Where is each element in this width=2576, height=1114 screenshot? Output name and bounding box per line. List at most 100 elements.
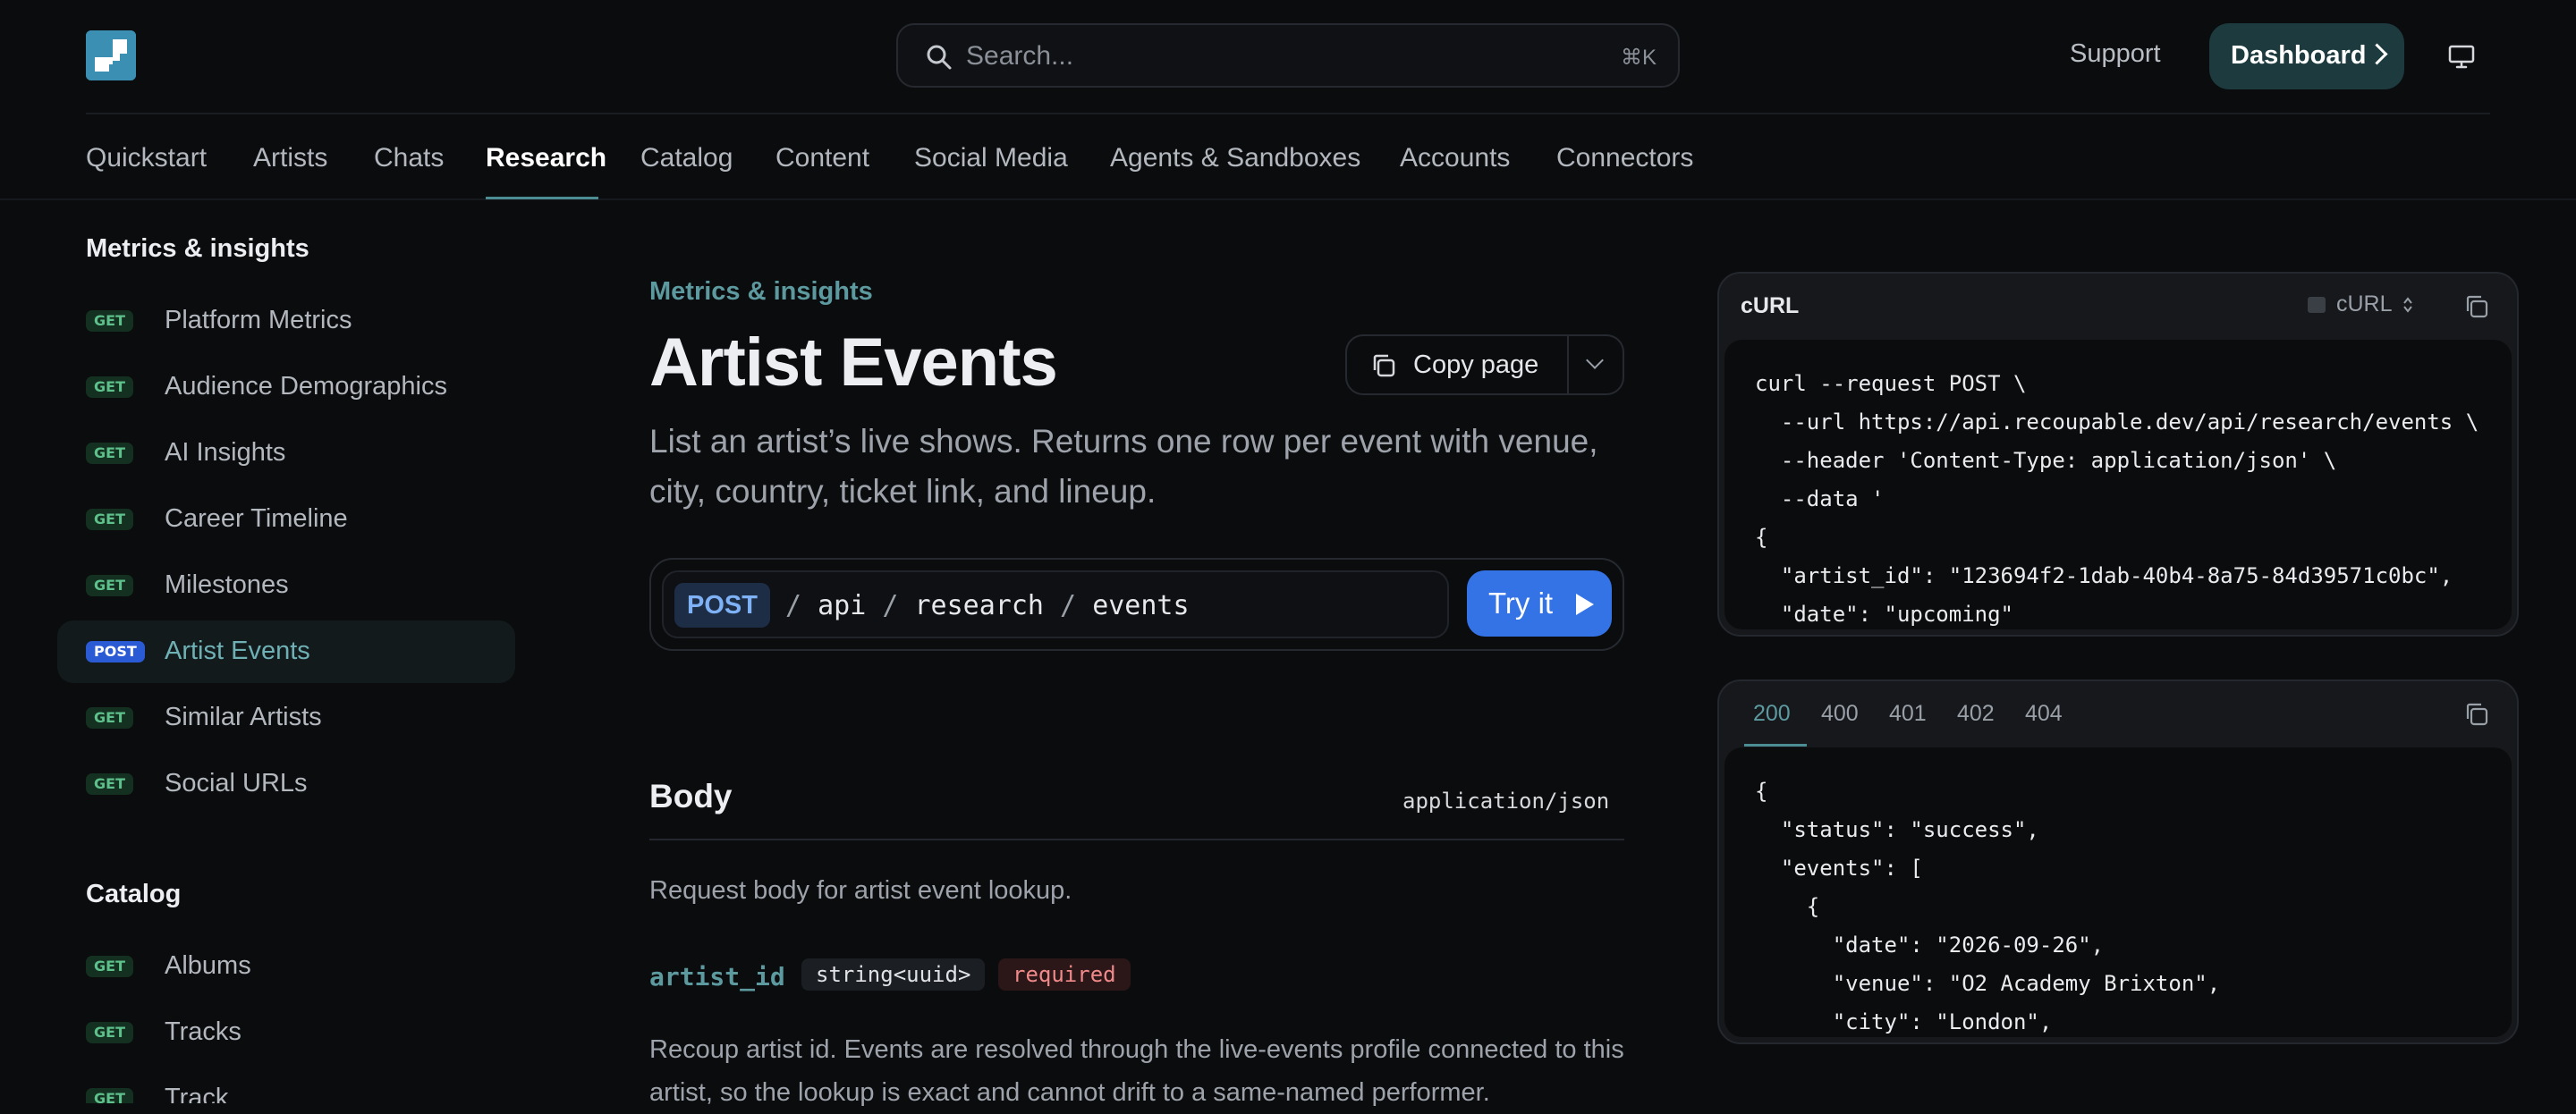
copy-page-button[interactable]: Copy page (1345, 334, 1624, 395)
method-badge: GET (86, 443, 133, 464)
tab-connectors[interactable]: Connectors (1556, 143, 1693, 173)
content-type-label: application/json (1402, 789, 1610, 814)
sidebar-item-label: Career Timeline (165, 504, 348, 533)
request-panel-header: cURL cURL (1719, 274, 2517, 340)
page-description: List an artist’s live shows. Returns one… (649, 423, 1598, 510)
language-selector[interactable]: cURL (2308, 291, 2412, 317)
response-tab-404[interactable]: 404 (2025, 701, 2063, 727)
language-label: cURL (2336, 291, 2393, 316)
sidebar-item-social-urls[interactable]: GET Social URLs (57, 753, 515, 815)
sidebar-item-audience-demographics[interactable]: GET Audience Demographics (57, 356, 515, 418)
tab-agents-sandboxes[interactable]: Agents & Sandboxes (1110, 143, 1360, 173)
request-example-panel: cURL cURL curl --request POST \ --url ht… (1717, 272, 2519, 637)
copy-page-label: Copy page (1413, 350, 1539, 379)
method-badge: GET (86, 1022, 133, 1043)
copy-icon (1373, 354, 1395, 377)
sidebar-item-track[interactable]: GET Track (57, 1068, 515, 1103)
chevron-right-icon (2366, 43, 2388, 65)
method-badge: GET (86, 509, 133, 530)
method-badge: GET (86, 773, 133, 795)
support-link[interactable]: Support (2070, 39, 2161, 69)
response-panel-header: 200 400 401 402 404 (1719, 681, 2517, 747)
response-tab-401[interactable]: 401 (1889, 701, 1927, 727)
chevron-up-down-icon (2402, 297, 2412, 313)
endpoint-bar: POST / api / research / events Try it (649, 558, 1624, 651)
dashboard-button[interactable]: Dashboard (2209, 23, 2404, 89)
tab-research[interactable]: Research (486, 143, 606, 173)
tab-catalog[interactable]: Catalog (640, 143, 733, 173)
response-tab-200[interactable]: 200 (1753, 701, 1791, 727)
tab-social-media[interactable]: Social Media (914, 143, 1068, 173)
response-tab-402[interactable]: 402 (1957, 701, 1995, 727)
search-placeholder: Search... (966, 41, 1074, 71)
tab-accounts[interactable]: Accounts (1400, 143, 1510, 173)
chevron-down-icon[interactable] (1586, 351, 1604, 369)
sidebar-section-title: Catalog (86, 880, 182, 908)
page-title: Artist Events (649, 325, 1058, 401)
sidebar-item-milestones[interactable]: GET Milestones (57, 554, 515, 617)
sidebar-item-label: AI Insights (165, 438, 286, 467)
tab-artists[interactable]: Artists (253, 143, 327, 173)
response-example-panel: 200 400 401 402 404 { "status": "success… (1717, 679, 2519, 1044)
endpoint-path: / api / research / events (785, 590, 1190, 621)
param-description: Recoup artist id. Events are resolved th… (649, 1035, 1624, 1107)
request-panel-title: cURL (1741, 293, 1800, 318)
active-tab-indicator (486, 197, 598, 199)
try-it-button[interactable]: Try it (1467, 570, 1612, 637)
sidebar-item-label: Albums (165, 951, 251, 980)
search-icon (927, 45, 952, 70)
request-code: curl --request POST \ --url https://api.… (1755, 371, 2479, 627)
tab-content[interactable]: Content (775, 143, 869, 173)
monitor-icon[interactable] (2447, 43, 2476, 70)
endpoint-method-badge: POST (674, 583, 770, 628)
method-badge: GET (86, 956, 133, 977)
sidebar-item-label: Audience Demographics (165, 372, 447, 401)
sidebar-item-similar-artists[interactable]: GET Similar Artists (57, 687, 515, 749)
path-segment: api (818, 590, 867, 621)
method-badge: GET (86, 575, 133, 596)
sidebar-item-tracks[interactable]: GET Tracks (57, 1001, 515, 1064)
header-divider (86, 113, 2490, 114)
tabs-divider (0, 198, 2576, 200)
body-heading: Body (649, 778, 733, 814)
search-bar[interactable]: Search... ⌘K (896, 23, 1680, 88)
sidebar-section-title: Metrics & insights (86, 234, 309, 263)
sidebar-item-career-timeline[interactable]: GET Career Timeline (57, 488, 515, 551)
request-code-area: curl --request POST \ --url https://api.… (1724, 340, 2512, 629)
try-it-label: Try it (1488, 587, 1554, 620)
sidebar-item-label: Milestones (165, 570, 289, 599)
dashboard-label: Dashboard (2231, 41, 2367, 70)
param-name: artist_id (649, 962, 785, 992)
sidebar-item-label: Platform Metrics (165, 306, 352, 334)
sidebar-item-label: Similar Artists (165, 703, 322, 731)
method-badge: GET (86, 376, 133, 398)
page-eyebrow: Metrics & insights (649, 277, 873, 306)
response-tab-400[interactable]: 400 (1821, 701, 1859, 727)
terminal-icon (2308, 297, 2326, 313)
response-tab-indicator (1744, 744, 1807, 747)
play-icon (1576, 594, 1594, 615)
logo-mark-icon (86, 30, 136, 80)
endpoint-path-field[interactable]: POST / api / research / events (662, 570, 1449, 638)
method-badge: POST (86, 641, 145, 662)
copy-code-icon[interactable] (2463, 293, 2490, 320)
logo[interactable] (86, 30, 136, 80)
sidebar-item-label: Tracks (165, 1017, 242, 1046)
response-code-area: { "status": "success", "events": [ { "da… (1724, 747, 2512, 1037)
path-segment: research (914, 590, 1045, 621)
sidebar-item-albums[interactable]: GET Albums (57, 935, 515, 998)
response-code: { "status": "success", "events": [ { "da… (1755, 779, 2221, 1034)
method-badge: GET (86, 707, 133, 729)
sidebar-item-label: Artist Events (165, 637, 310, 665)
copy-code-icon[interactable] (2463, 701, 2490, 728)
sidebar-item-platform-metrics[interactable]: GET Platform Metrics (57, 290, 515, 352)
param-type-badge: string<uuid> (801, 958, 986, 991)
search-shortcut: ⌘K (1620, 46, 1657, 70)
tab-chats[interactable]: Chats (374, 143, 444, 173)
tab-quickstart[interactable]: Quickstart (86, 143, 207, 173)
sidebar-item-artist-events[interactable]: POST Artist Events (57, 620, 515, 683)
sidebar-item-ai-insights[interactable]: GET AI Insights (57, 422, 515, 485)
sidebar-item-label: Social URLs (165, 769, 308, 798)
method-badge: GET (86, 310, 133, 332)
copy-button-divider (1567, 336, 1569, 393)
